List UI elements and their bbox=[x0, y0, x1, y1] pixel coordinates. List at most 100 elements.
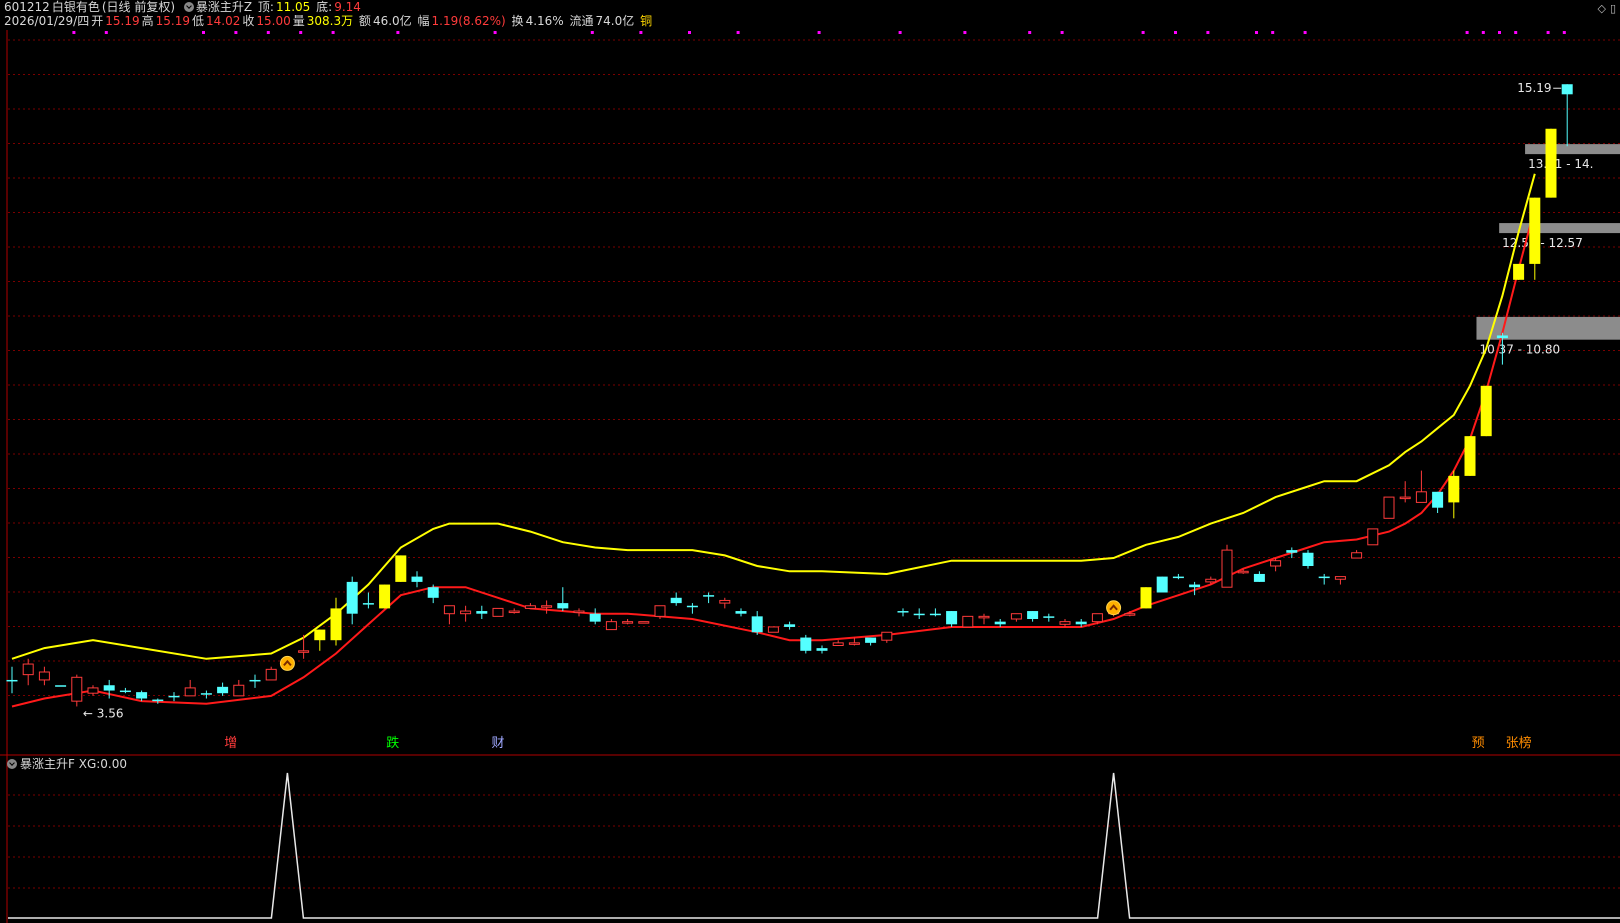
header-row-1: 601212 白银有色 (日线 前复权) 暴涨主升Z 顶: 11.05 底: 9.14 bbox=[4, 0, 363, 14]
candle-body bbox=[573, 610, 585, 614]
float-value: 74.0亿 bbox=[595, 14, 635, 28]
buy-signal-icon bbox=[1106, 600, 1122, 616]
candle bbox=[1448, 470, 1460, 519]
float-label: 流通 bbox=[569, 14, 594, 28]
event-label: 预 bbox=[1472, 736, 1485, 751]
candle-body bbox=[1059, 621, 1071, 625]
candle bbox=[832, 640, 844, 646]
candle bbox=[946, 611, 958, 627]
stock-name[interactable]: 白银有色 bbox=[52, 0, 100, 14]
sector-tag[interactable]: 铜 bbox=[640, 14, 652, 28]
candle-body bbox=[265, 668, 277, 681]
signal-dot bbox=[1206, 31, 1210, 34]
candle-body bbox=[103, 685, 115, 691]
lowest-label: ← 3.56 bbox=[83, 707, 124, 721]
candle-body bbox=[1334, 576, 1346, 580]
candle bbox=[1172, 573, 1184, 580]
stock-code[interactable]: 601212 bbox=[4, 0, 50, 14]
candle bbox=[962, 615, 974, 628]
candle-body bbox=[395, 555, 407, 582]
signal-dot bbox=[1174, 31, 1177, 34]
close-label: 收 bbox=[242, 14, 255, 28]
candle-body bbox=[508, 610, 520, 614]
candle bbox=[929, 608, 941, 617]
candle bbox=[541, 600, 553, 614]
signal-dot bbox=[1481, 31, 1485, 34]
chart-period[interactable]: (日线 前复权) bbox=[102, 0, 175, 14]
candle-body bbox=[1513, 263, 1525, 280]
volume-value: 308.3万 bbox=[306, 14, 354, 28]
dropdown-icon[interactable] bbox=[183, 2, 194, 12]
candle-body bbox=[55, 685, 67, 687]
sub-dropdown-icon[interactable] bbox=[7, 759, 17, 769]
bottom-label: 底: bbox=[316, 0, 333, 14]
highest-label: 15.19 bbox=[1517, 81, 1551, 95]
candle-body bbox=[1043, 616, 1055, 618]
candle-body bbox=[962, 615, 974, 628]
signal-dot bbox=[1562, 31, 1566, 34]
candle-body bbox=[557, 603, 569, 609]
signal-dot bbox=[898, 31, 902, 34]
candle bbox=[913, 608, 925, 619]
candle-body bbox=[784, 624, 796, 627]
candle bbox=[330, 597, 342, 646]
candle-body bbox=[119, 690, 131, 693]
candle bbox=[265, 666, 277, 681]
sub-indicator-name[interactable]: 暴涨主升F bbox=[20, 757, 75, 771]
candle-body bbox=[1140, 587, 1152, 609]
candle-body bbox=[800, 637, 812, 651]
candle-body bbox=[152, 699, 164, 702]
candle bbox=[1561, 84, 1573, 147]
candle-body bbox=[6, 679, 18, 682]
candle bbox=[508, 608, 520, 614]
candle-body bbox=[524, 605, 536, 609]
signal-dot bbox=[1141, 31, 1145, 34]
candle-body bbox=[1318, 576, 1330, 579]
candle bbox=[87, 685, 99, 696]
signal-dot bbox=[72, 31, 76, 34]
candle-body bbox=[1075, 621, 1087, 625]
volume-label: 量 bbox=[292, 14, 305, 28]
kline-chart[interactable]: 13.81 - 14.12.55 - 12.5710.37 - 10.80 15… bbox=[0, 0, 1620, 923]
candle-body bbox=[1091, 613, 1103, 623]
candle bbox=[38, 666, 50, 686]
signal-dot bbox=[331, 31, 335, 34]
candle-body bbox=[686, 605, 698, 608]
candle-body bbox=[1237, 570, 1249, 574]
signal-dot bbox=[1514, 31, 1518, 34]
candle bbox=[686, 603, 698, 614]
candle bbox=[427, 584, 439, 604]
candle-body bbox=[1027, 611, 1039, 619]
candle bbox=[1464, 436, 1476, 476]
zone-band bbox=[1499, 223, 1620, 234]
candle-body bbox=[1156, 576, 1168, 593]
candle-body bbox=[1367, 528, 1379, 546]
low-label: 低 bbox=[191, 14, 204, 28]
signal-dot bbox=[1028, 31, 1032, 34]
candle bbox=[1351, 550, 1363, 559]
header-row-2: 2026/01/29/四开 15.19 高 15.19 低 14.02 收 15.00 量 308… bbox=[4, 14, 654, 28]
signal-dot bbox=[590, 31, 594, 34]
candle-body bbox=[379, 584, 391, 609]
turnover-label: 换 bbox=[511, 14, 524, 28]
collapse-icon[interactable]: ◇ bbox=[1597, 2, 1605, 15]
restore-icon[interactable]: ▯ bbox=[1610, 2, 1616, 15]
candle bbox=[1318, 573, 1330, 585]
candle-body bbox=[1399, 496, 1411, 500]
bottom-value: 9.14 bbox=[334, 0, 361, 14]
candle-body bbox=[217, 686, 229, 694]
open-label: 开 bbox=[91, 14, 104, 28]
signal-dot bbox=[104, 31, 108, 34]
indicator-name[interactable]: 暴涨主升Z bbox=[196, 0, 252, 14]
candle bbox=[71, 674, 83, 707]
candle-body bbox=[1253, 573, 1265, 582]
candle bbox=[346, 576, 358, 625]
candle bbox=[557, 587, 569, 612]
candle-body bbox=[670, 597, 682, 604]
candle bbox=[119, 687, 131, 694]
candle bbox=[233, 679, 245, 697]
signal-dot bbox=[1465, 31, 1469, 34]
candle-body bbox=[1432, 491, 1444, 508]
candle bbox=[589, 608, 601, 625]
candle bbox=[6, 666, 18, 694]
